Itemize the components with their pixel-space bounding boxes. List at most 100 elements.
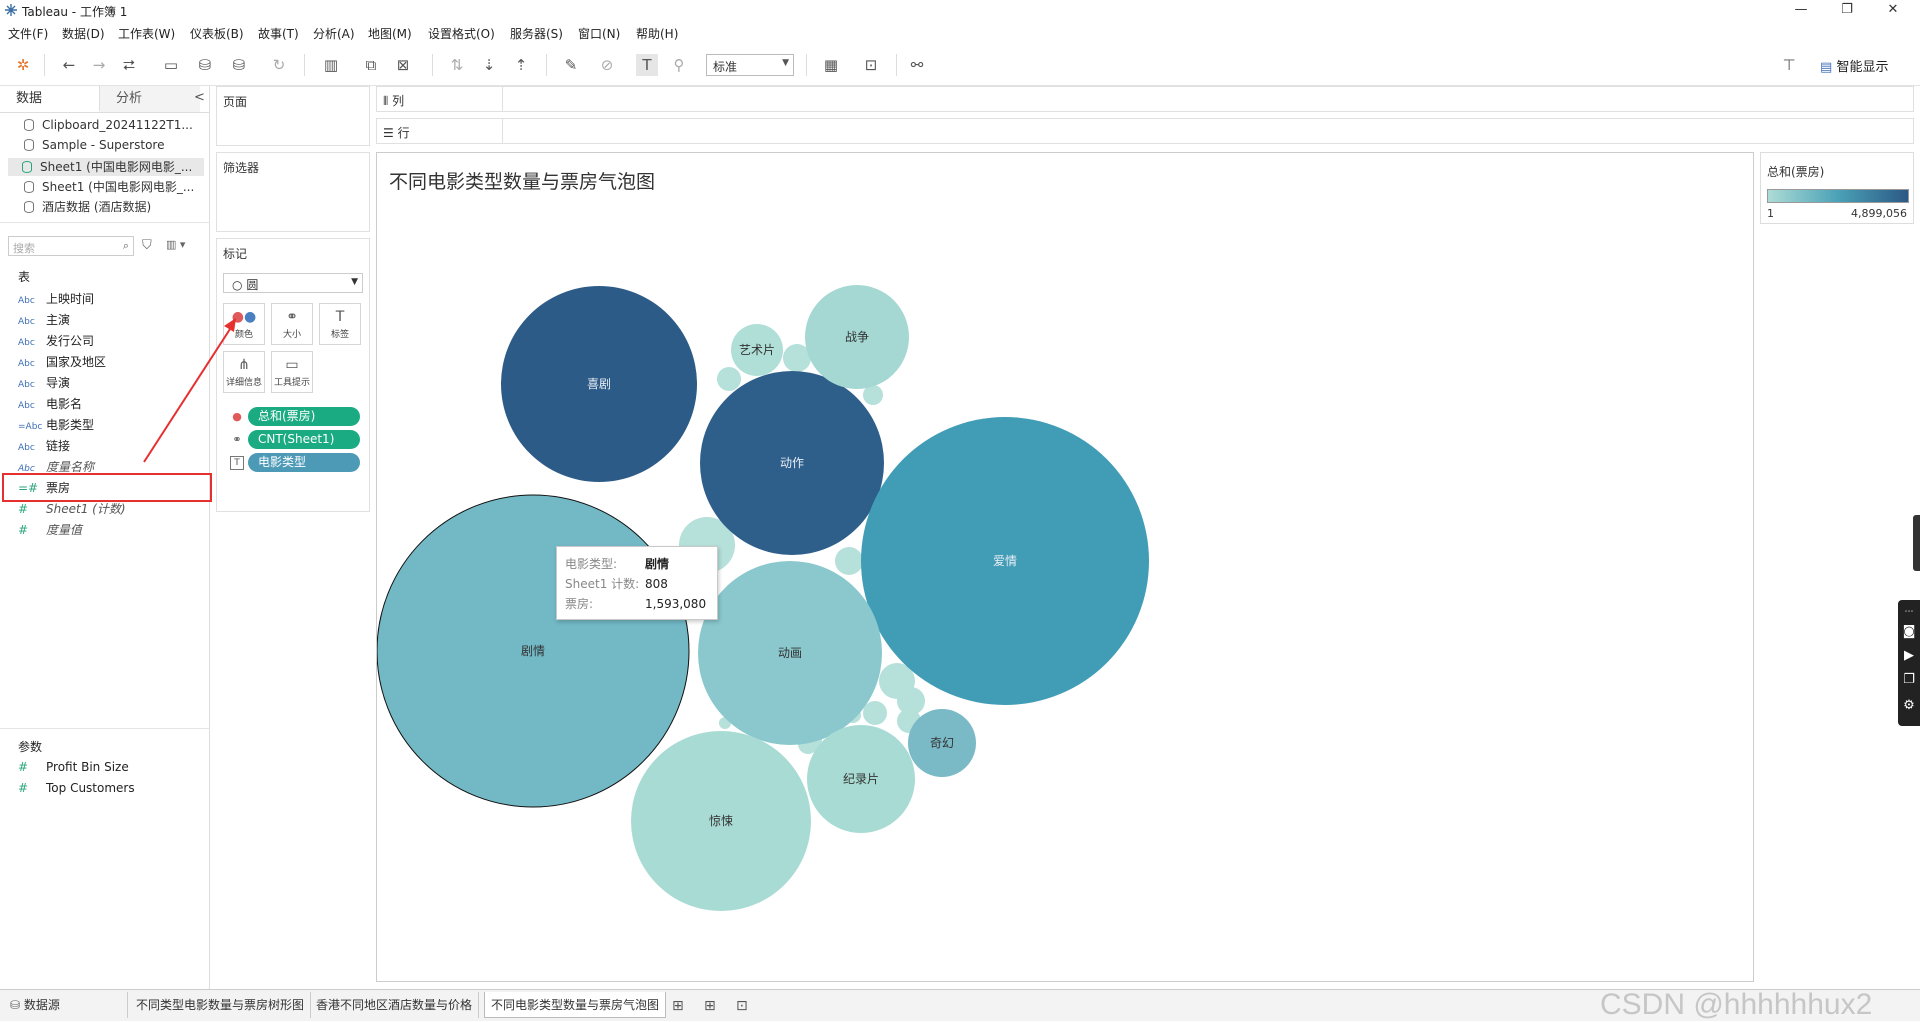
menu-analysis[interactable]: 分析(A) [313,25,355,42]
more-icon[interactable]: ⋯ [1901,604,1917,620]
new-story-icon[interactable]: ⊡ [736,998,748,1014]
parameter-icon: # [18,781,29,795]
smart-show-icon: ▤ [1820,60,1833,75]
fit-select[interactable]: 标准 ▼ [706,54,794,76]
menu-server[interactable]: 服务器(S) [510,25,563,42]
share-icon[interactable]: ⚯ [906,54,928,76]
bubble-label: 艺术片 [739,343,775,357]
parameter-icon: # [18,760,29,774]
show-mark-labels-icon[interactable]: T [636,54,658,76]
size-button[interactable]: ⚭ 大小 [271,303,313,345]
pin-icon[interactable]: ⊤ [1778,54,1800,76]
close-button[interactable]: ✕ [1870,0,1916,22]
rows-shelf-label: ☰ 行 [383,124,410,141]
sort-ascending-icon[interactable]: ⇣ [478,54,500,76]
highlight-icon[interactable]: ✎ [560,54,582,76]
rows-label: 行 [397,126,410,140]
tab-datasource[interactable]: ⛁ 数据源 [4,992,128,1018]
clear-sheet-icon[interactable]: ⊠ [392,54,414,76]
param-label: Profit Bin Size [46,760,129,774]
tab-sheet-treemap[interactable]: 不同类型电影数量与票房树形图 [130,992,312,1018]
new-worksheet-icon[interactable]: ▥ [320,54,342,76]
toolbar-separator [432,54,433,76]
label-button-label: 标签 [330,330,349,340]
bubble-label: 战争 [845,330,869,344]
color-legend[interactable]: 总和(票房) 1 4,899,056 [1760,152,1914,224]
legend-max: 4,899,056 [1851,207,1907,220]
shelf-divider [502,119,503,143]
field-label: 度量值 [46,523,83,537]
show-cards-icon[interactable]: ▦ [820,54,842,76]
tooltip-icon: ▭ [285,357,299,373]
new-dashboard-icon[interactable]: ⊞ [704,998,716,1014]
chevron-down-icon: ▼ [351,277,358,287]
size-icon: ⚭ [286,309,298,325]
pill-count-sheet1[interactable]: CNT(Sheet1) [248,430,360,449]
annotation-arrow [143,318,236,463]
maximize-button[interactable]: ❐ [1824,0,1870,22]
tooltip-value: 1,593,080 [645,597,707,611]
bubble-label: 动作 [780,456,804,470]
sort-descending-icon[interactable]: ⇡ [510,54,532,76]
legend-title: 总和(票房) [1767,165,1825,179]
columns-shelf[interactable]: ⦀ 列 [376,86,1914,112]
title-bar: Tableau - 工作簿 1 — ❐ ✕ [0,0,1920,22]
bubble-label: 惊悚 [709,813,733,828]
menu-help[interactable]: 帮助(H) [636,25,678,42]
menu-map[interactable]: 地图(M) [368,25,412,42]
menu-window[interactable]: 窗口(N) [578,25,620,42]
minimize-button[interactable]: — [1778,0,1824,22]
small-bubble[interactable] [863,701,887,725]
bubble-label: 喜剧 [587,377,611,391]
param-profit-bin-size[interactable]: # Profit Bin Size [18,760,129,778]
tooltip-key: 电影类型: [565,557,618,571]
swap-rows-columns-icon[interactable]: ⇅ [446,54,468,76]
tooltip-value: 808 [645,577,668,591]
param-label: Top Customers [46,781,135,795]
pill-movie-type[interactable]: 电影类型 [248,453,360,472]
number-type-icon: # [18,502,29,516]
presentation-mode-icon[interactable]: ⊡ [860,54,882,76]
tab-label: 数据源 [23,998,60,1012]
field-label: Sheet1 (计数) [46,502,126,516]
bubble-label: 爱情 [993,554,1017,568]
toolbar-separator [546,54,547,76]
field-sheet1-count[interactable]: # Sheet1 (计数) [18,500,126,518]
tooltip-button[interactable]: ▭ 工具提示 [271,351,313,393]
gear-icon[interactable]: ⚙ [1901,698,1917,714]
window-icon[interactable]: ❐ [1901,672,1917,688]
camera-icon[interactable]: ◙ [1901,624,1917,640]
side-handle[interactable] [1913,515,1920,571]
duplicate-sheet-icon[interactable]: ⧉ [360,54,382,76]
refresh-icon[interactable]: ↻ [268,54,290,76]
tooltip-value: 剧情 [645,557,670,571]
bubble-label: 动画 [778,646,802,660]
fix-axes-icon[interactable]: ⚲ [668,54,690,76]
small-bubble[interactable] [835,547,863,575]
small-bubble[interactable] [804,743,814,753]
field-measure-values[interactable]: # 度量值 [18,521,82,539]
new-worksheet-icon[interactable]: ⊞ [672,998,684,1014]
divider [0,728,210,729]
rows-icon: ☰ [383,126,394,140]
small-bubble[interactable] [717,367,741,391]
rows-shelf[interactable]: ☰ 行 [376,118,1914,144]
number-type-icon: # [18,523,29,537]
legend-min: 1 [1767,207,1774,220]
pill-sum-box-office[interactable]: 总和(票房) [248,407,360,426]
tab-sheet-hotels[interactable]: 香港不同地区酒店数量与价格 [310,992,480,1018]
group-members-icon[interactable]: ⊘ [596,54,618,76]
toolbar-separator [896,54,897,76]
menu-story[interactable]: 故事(T) [258,25,299,42]
tooltip-row: 电影类型: 剧情 [565,555,669,572]
tab-sheet-bubble[interactable]: 不同电影类型数量与票房气泡图 [484,992,667,1018]
smart-show-button[interactable]: ▤ 智能显示 [1820,56,1888,75]
smart-show-label: 智能显示 [1836,60,1889,75]
video-icon[interactable]: ▶ [1901,648,1917,664]
label-button[interactable]: T 标签 [319,303,361,345]
tooltip-button-label: 工具提示 [273,378,310,388]
menu-format[interactable]: 设置格式(O) [428,25,495,42]
tooltip-key: 票房: [565,597,594,611]
param-top-customers[interactable]: # Top Customers [18,781,135,799]
columns-label: 列 [392,94,405,108]
